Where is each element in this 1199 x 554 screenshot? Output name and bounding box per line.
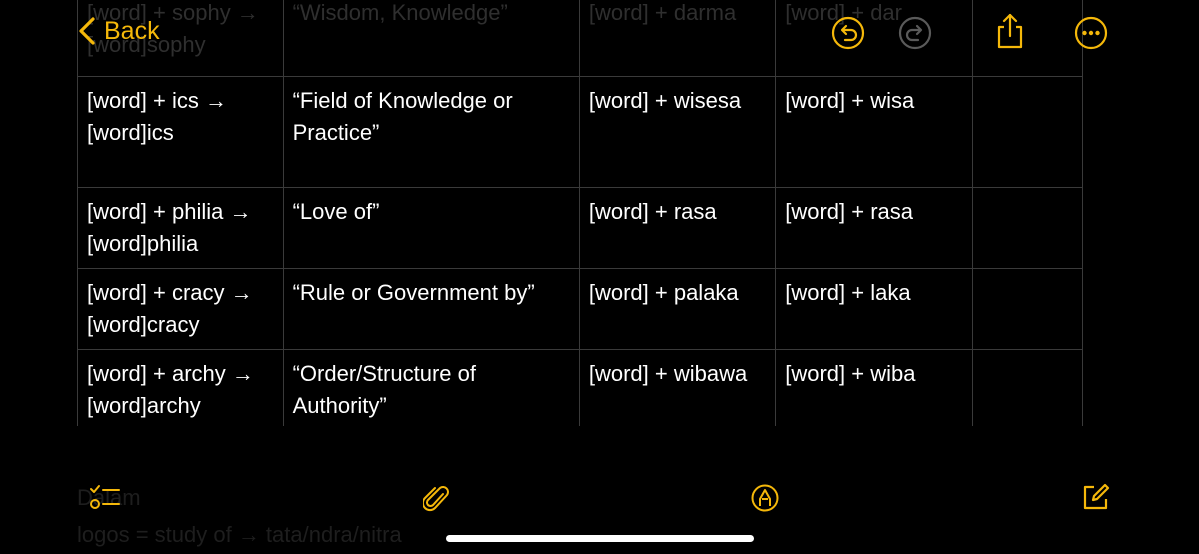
- home-indicator[interactable]: [446, 535, 754, 542]
- table-cell[interactable]: [971, 349, 1083, 426]
- table-row: [word] + ics → [word]ics “Field of Knowl…: [77, 76, 1083, 188]
- table-cell[interactable]: [word] + ics → [word]ics: [77, 76, 284, 188]
- markup-button[interactable]: [751, 484, 779, 512]
- table-cell[interactable]: [word] + rasa: [775, 187, 973, 269]
- table-row: [word] + archy → [word]archy “Order/Stru…: [77, 349, 1083, 426]
- table-cell[interactable]: [971, 0, 1083, 77]
- table-cell[interactable]: [971, 76, 1083, 188]
- ellipsis-icon: [1074, 16, 1108, 50]
- more-button[interactable]: [1074, 16, 1108, 50]
- table-cell[interactable]: [word] + cracy → [word]cracy: [77, 268, 284, 350]
- table-cell[interactable]: [word] + laka: [775, 268, 973, 350]
- redo-icon: [898, 16, 932, 50]
- table-cell[interactable]: [word] + philia → [word]philia: [77, 187, 284, 269]
- table-cell[interactable]: [word] + archy → [word]archy: [77, 349, 284, 426]
- undo-button[interactable]: [831, 16, 865, 50]
- back-button[interactable]: Back: [78, 16, 160, 46]
- markup-pen-icon: [751, 484, 779, 512]
- table-cell[interactable]: [word] + palaka: [578, 268, 777, 350]
- table-row: [word] + philia → [word]philia “Love of”…: [77, 187, 1083, 269]
- notes-table: [word] + sophy → [word]sophy “Wisdom, Kn…: [77, 0, 1083, 426]
- table-cell[interactable]: [971, 187, 1083, 269]
- undo-icon: [831, 16, 865, 50]
- table-cell[interactable]: [word] + wisa: [775, 76, 973, 188]
- checklist-icon: [90, 485, 120, 509]
- compose-icon: [1083, 483, 1110, 510]
- table-row: [word] + cracy → [word]cracy “Rule or Go…: [77, 268, 1083, 350]
- table-cell[interactable]: [word] + wisesa: [578, 76, 777, 188]
- table-cell[interactable]: [word] + rasa: [578, 187, 777, 269]
- attach-button[interactable]: [423, 484, 451, 514]
- chevron-left-icon: [79, 17, 95, 45]
- table-cell[interactable]: “Order/Structure of Authority”: [282, 349, 580, 426]
- share-button[interactable]: [993, 12, 1027, 50]
- table-cell[interactable]: [word] + darma: [578, 0, 777, 77]
- table-cell[interactable]: [word] + wiba: [775, 349, 973, 426]
- share-icon: [997, 13, 1023, 49]
- note-text-line: logos = study of → tata/ndra/nitra: [77, 522, 402, 547]
- table-cell[interactable]: “Love of”: [282, 187, 580, 269]
- table-cell[interactable]: [word] + wibawa: [578, 349, 777, 426]
- paperclip-icon: [423, 486, 449, 512]
- table-cell[interactable]: “Field of Knowledge or Practice”: [282, 76, 580, 188]
- table-cell[interactable]: “Wisdom, Knowledge”: [282, 0, 580, 77]
- table-cell[interactable]: [word] + dar: [775, 0, 973, 77]
- checklist-button[interactable]: [89, 483, 121, 513]
- compose-button[interactable]: [1082, 483, 1110, 511]
- redo-button[interactable]: [898, 16, 932, 50]
- table-cell[interactable]: [971, 268, 1083, 350]
- table-cell[interactable]: “Rule or Government by”: [282, 268, 580, 350]
- back-label: Back: [104, 16, 160, 45]
